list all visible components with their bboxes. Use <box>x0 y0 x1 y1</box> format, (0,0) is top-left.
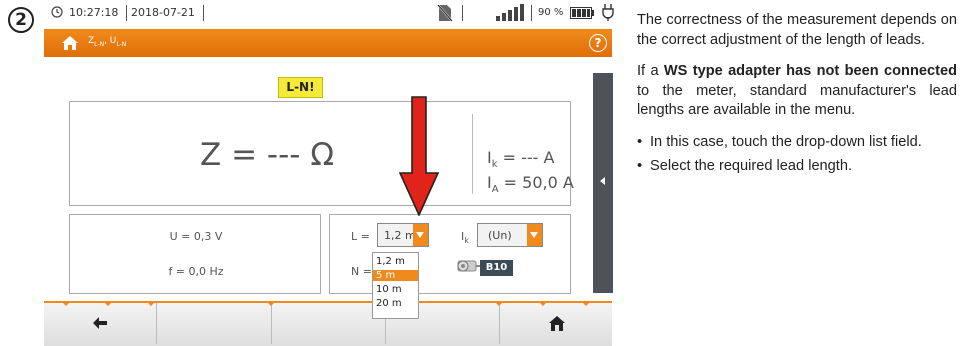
step-number-badge: 2 <box>8 7 34 33</box>
lead-length-selected: 1,2 m <box>384 229 416 242</box>
device-screen: 10:27:18 2018-07-21 90 % ZL-N, UL-N ? L-… <box>44 0 619 346</box>
status-date: 2018-07-21 <box>131 6 195 19</box>
lead-length-options: 1,2 m 5 m 10 m 20 m <box>372 252 419 319</box>
impedance-value: Z = --- Ω <box>200 137 335 173</box>
lead-option[interactable]: 1,2 m <box>373 256 418 267</box>
lead-length-label: L = <box>351 230 370 243</box>
home-button[interactable] <box>500 303 612 344</box>
warning-badge: L-N! <box>278 77 323 98</box>
bottom-toolbar <box>44 301 612 346</box>
signal-icon <box>496 4 524 21</box>
home-icon[interactable] <box>61 35 79 51</box>
clock-icon <box>51 6 63 18</box>
divider-tick <box>103 301 113 306</box>
instruction-paragraph-1: The correctness of the measurement depen… <box>637 12 957 48</box>
lead-option-selected[interactable]: 5 m <box>373 270 418 281</box>
ik-mode-selected: (Un) <box>488 229 512 242</box>
screen-title: ZL-N, UL-N <box>88 36 127 48</box>
fuse-type-badge[interactable]: B10 <box>480 260 513 276</box>
softkey-3[interactable] <box>272 303 386 344</box>
status-divider <box>126 5 127 21</box>
home-icon <box>549 316 565 331</box>
battery-icon <box>570 7 594 19</box>
pointer-arrow-icon <box>399 96 439 216</box>
status-divider <box>462 5 463 21</box>
lead-option[interactable]: 20 m <box>373 298 418 309</box>
collapse-arrow-icon[interactable] <box>593 73 613 293</box>
help-icon[interactable]: ? <box>589 34 607 52</box>
chevron-down-icon[interactable] <box>413 224 428 246</box>
no-sim-icon <box>437 4 453 22</box>
divider-tick <box>61 301 71 306</box>
ik-mode-dropdown[interactable]: (Un) <box>477 223 543 247</box>
title-bar: ZL-N, UL-N ? <box>44 29 612 57</box>
panel-divider <box>472 114 473 194</box>
fault-current: IA = 50,0 A <box>487 173 574 196</box>
settings-panel: L = 1,2 m Ik (Un) N = <box>329 214 571 294</box>
instruction-bullet-1: In this case, touch the drop-down list f… <box>637 133 957 153</box>
main-result-panel: Z = --- Ω Ik = --- A IA = 50,0 A <box>69 101 574 206</box>
status-bar: 10:27:18 2018-07-21 90 % <box>44 0 619 27</box>
divider-tick <box>581 301 591 306</box>
instruction-text: The correctness of the measurement depen… <box>637 11 957 182</box>
plug-icon <box>602 4 614 21</box>
lead-length-dropdown[interactable]: 1,2 m <box>377 223 429 247</box>
divider-tick <box>494 301 504 306</box>
back-arrow-icon <box>93 317 107 329</box>
instruction-paragraph-2: If a WS type adapter has not been connec… <box>637 63 957 118</box>
lead-option[interactable]: 10 m <box>373 284 418 295</box>
short-circuit-current: Ik = --- A <box>487 148 555 171</box>
voltage-value: U = 0,3 V <box>169 230 223 243</box>
divider-tick <box>538 301 548 306</box>
status-divider <box>531 5 532 21</box>
voltage-frequency-panel: U = 0,3 V f = 0,0 Hz <box>69 214 321 294</box>
chevron-down-icon[interactable] <box>527 224 542 246</box>
frequency-value: f = 0,0 Hz <box>168 265 224 278</box>
divider-tick <box>146 301 156 306</box>
back-button[interactable] <box>44 303 157 344</box>
cable-count-label: N = <box>351 265 372 278</box>
status-time: 10:27:18 <box>69 6 119 19</box>
instruction-bullet-2: Select the required lead length. <box>637 157 957 177</box>
divider-tick <box>266 301 276 306</box>
softkey-2[interactable] <box>157 303 272 344</box>
battery-percent: 90 % <box>538 7 564 18</box>
ik-label: Ik <box>461 230 469 246</box>
status-divider <box>203 5 204 21</box>
